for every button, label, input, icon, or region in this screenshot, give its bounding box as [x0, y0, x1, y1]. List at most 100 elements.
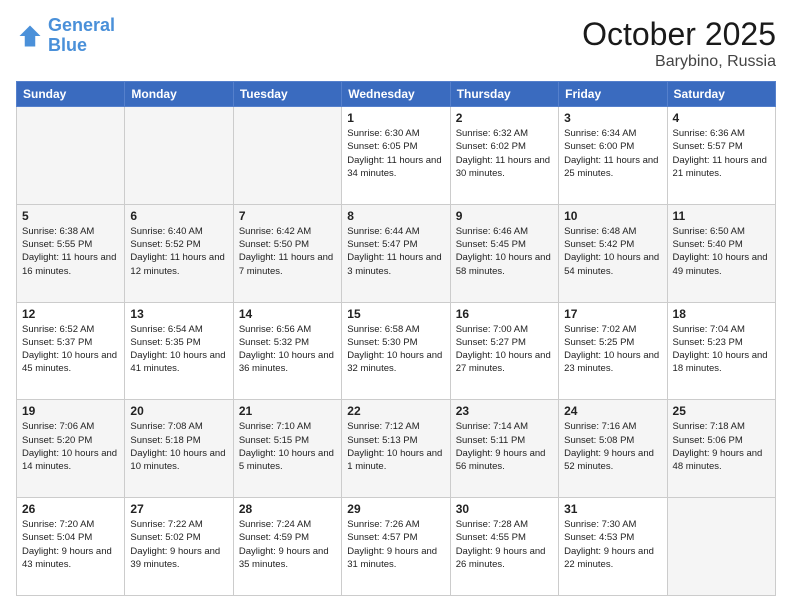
- calendar-cell: 23 Sunrise: 7:14 AM Sunset: 5:11 PM Dayli…: [450, 400, 558, 498]
- logo-line2: Blue: [48, 35, 87, 55]
- calendar-cell: 25 Sunrise: 7:18 AM Sunset: 5:06 PM Dayli…: [667, 400, 775, 498]
- day-number: 29: [347, 502, 444, 516]
- calendar-week-4: 26 Sunrise: 7:20 AM Sunset: 5:04 PM Dayli…: [17, 498, 776, 596]
- day-number: 15: [347, 307, 444, 321]
- day-info: Sunrise: 6:52 AM Sunset: 5:37 PM Dayligh…: [22, 323, 119, 376]
- calendar-cell: 3Sunrise: 6:34 AM Sunset: 6:00 PM Daylig…: [559, 107, 667, 205]
- calendar-cell: 13 Sunrise: 6:54 AM Sunset: 5:35 PM Dayli…: [125, 302, 233, 400]
- day-number: 16: [456, 307, 553, 321]
- calendar-cell: 14 Sunrise: 6:56 AM Sunset: 5:32 PM Dayli…: [233, 302, 341, 400]
- day-number: 11: [673, 209, 770, 223]
- calendar-cell: 15 Sunrise: 6:58 AM Sunset: 5:30 PM Dayli…: [342, 302, 450, 400]
- day-number: 20: [130, 404, 227, 418]
- header-sunday: Sunday: [17, 82, 125, 107]
- calendar-cell: 22 Sunrise: 7:12 AM Sunset: 5:13 PM Dayli…: [342, 400, 450, 498]
- logo-text: General Blue: [48, 16, 115, 56]
- calendar-week-2: 12 Sunrise: 6:52 AM Sunset: 5:37 PM Dayli…: [17, 302, 776, 400]
- day-number: 12: [22, 307, 119, 321]
- calendar-week-0: 1 Sunrise: 6:30 AM Sunset: 6:05 PM Daylig…: [17, 107, 776, 205]
- day-number: 14: [239, 307, 336, 321]
- day-info: Sunrise: 7:30 AM Sunset: 4:53 PM Dayligh…: [564, 518, 661, 571]
- calendar-cell: 20 Sunrise: 7:08 AM Sunset: 5:18 PM Dayli…: [125, 400, 233, 498]
- calendar-cell: 31 Sunrise: 7:30 AM Sunset: 4:53 PM Dayli…: [559, 498, 667, 596]
- calendar-cell: 1 Sunrise: 6:30 AM Sunset: 6:05 PM Daylig…: [342, 107, 450, 205]
- header-saturday: Saturday: [667, 82, 775, 107]
- calendar-cell: 29Sunrise: 7:26 AM Sunset: 4:57 PM Dayli…: [342, 498, 450, 596]
- day-number: 10: [564, 209, 661, 223]
- calendar-cell: 27 Sunrise: 7:22 AM Sunset: 5:02 PM Dayli…: [125, 498, 233, 596]
- calendar-cell: 19 Sunrise: 7:06 AM Sunset: 5:20 PM Dayli…: [17, 400, 125, 498]
- day-info: Sunrise: 6:36 AM Sunset: 5:57 PM Dayligh…: [673, 127, 770, 180]
- day-number: 5: [22, 209, 119, 223]
- logo-icon: [16, 22, 44, 50]
- calendar-week-3: 19 Sunrise: 7:06 AM Sunset: 5:20 PM Dayli…: [17, 400, 776, 498]
- calendar-cell: 24Sunrise: 7:16 AM Sunset: 5:08 PM Dayli…: [559, 400, 667, 498]
- day-number: 28: [239, 502, 336, 516]
- day-number: 27: [130, 502, 227, 516]
- day-number: 17: [564, 307, 661, 321]
- day-info: Sunrise: 6:56 AM Sunset: 5:32 PM Dayligh…: [239, 323, 336, 376]
- day-number: 30: [456, 502, 553, 516]
- day-number: 3: [564, 111, 661, 125]
- calendar-cell: 8Sunrise: 6:44 AM Sunset: 5:47 PM Daylig…: [342, 204, 450, 302]
- calendar-cell: [667, 498, 775, 596]
- title-block: October 2025 Barybino, Russia: [582, 16, 776, 71]
- calendar-cell: 18Sunrise: 7:04 AM Sunset: 5:23 PM Dayli…: [667, 302, 775, 400]
- day-info: Sunrise: 7:18 AM Sunset: 5:06 PM Dayligh…: [673, 420, 770, 473]
- day-info: Sunrise: 7:20 AM Sunset: 5:04 PM Dayligh…: [22, 518, 119, 571]
- calendar-cell: 10 Sunrise: 6:48 AM Sunset: 5:42 PM Dayli…: [559, 204, 667, 302]
- day-number: 31: [564, 502, 661, 516]
- day-info: Sunrise: 7:06 AM Sunset: 5:20 PM Dayligh…: [22, 420, 119, 473]
- day-info: Sunrise: 7:04 AM Sunset: 5:23 PM Dayligh…: [673, 323, 770, 376]
- day-info: Sunrise: 6:42 AM Sunset: 5:50 PM Dayligh…: [239, 225, 336, 278]
- day-info: Sunrise: 7:00 AM Sunset: 5:27 PM Dayligh…: [456, 323, 553, 376]
- calendar-cell: 11 Sunrise: 6:50 AM Sunset: 5:40 PM Dayli…: [667, 204, 775, 302]
- day-info: Sunrise: 7:02 AM Sunset: 5:25 PM Dayligh…: [564, 323, 661, 376]
- day-number: 22: [347, 404, 444, 418]
- calendar-cell: [233, 107, 341, 205]
- day-number: 21: [239, 404, 336, 418]
- calendar-cell: 6Sunrise: 6:40 AM Sunset: 5:52 PM Daylig…: [125, 204, 233, 302]
- day-info: Sunrise: 6:30 AM Sunset: 6:05 PM Dayligh…: [347, 127, 444, 180]
- day-number: 8: [347, 209, 444, 223]
- day-number: 1: [347, 111, 444, 125]
- calendar-cell: [17, 107, 125, 205]
- day-number: 4: [673, 111, 770, 125]
- day-number: 25: [673, 404, 770, 418]
- day-number: 6: [130, 209, 227, 223]
- day-info: Sunrise: 7:12 AM Sunset: 5:13 PM Dayligh…: [347, 420, 444, 473]
- header-wednesday: Wednesday: [342, 82, 450, 107]
- day-info: Sunrise: 7:28 AM Sunset: 4:55 PM Dayligh…: [456, 518, 553, 571]
- header: General Blue October 2025 Barybino, Russ…: [16, 16, 776, 71]
- day-number: 19: [22, 404, 119, 418]
- location: Barybino, Russia: [582, 53, 776, 71]
- day-info: Sunrise: 7:14 AM Sunset: 5:11 PM Dayligh…: [456, 420, 553, 473]
- day-info: Sunrise: 7:10 AM Sunset: 5:15 PM Dayligh…: [239, 420, 336, 473]
- calendar-week-1: 5 Sunrise: 6:38 AM Sunset: 5:55 PM Daylig…: [17, 204, 776, 302]
- header-friday: Friday: [559, 82, 667, 107]
- calendar-cell: 21 Sunrise: 7:10 AM Sunset: 5:15 PM Dayli…: [233, 400, 341, 498]
- day-info: Sunrise: 6:38 AM Sunset: 5:55 PM Dayligh…: [22, 225, 119, 278]
- day-info: Sunrise: 6:48 AM Sunset: 5:42 PM Dayligh…: [564, 225, 661, 278]
- calendar-cell: 28 Sunrise: 7:24 AM Sunset: 4:59 PM Dayli…: [233, 498, 341, 596]
- day-info: Sunrise: 6:50 AM Sunset: 5:40 PM Dayligh…: [673, 225, 770, 278]
- day-number: 26: [22, 502, 119, 516]
- day-number: 13: [130, 307, 227, 321]
- calendar-cell: 16 Sunrise: 7:00 AM Sunset: 5:27 PM Dayli…: [450, 302, 558, 400]
- day-info: Sunrise: 7:16 AM Sunset: 5:08 PM Dayligh…: [564, 420, 661, 473]
- header-thursday: Thursday: [450, 82, 558, 107]
- day-info: Sunrise: 6:46 AM Sunset: 5:45 PM Dayligh…: [456, 225, 553, 278]
- calendar-cell: 2Sunrise: 6:32 AM Sunset: 6:02 PM Daylig…: [450, 107, 558, 205]
- header-monday: Monday: [125, 82, 233, 107]
- day-info: Sunrise: 6:54 AM Sunset: 5:35 PM Dayligh…: [130, 323, 227, 376]
- day-info: Sunrise: 7:08 AM Sunset: 5:18 PM Dayligh…: [130, 420, 227, 473]
- day-info: Sunrise: 6:58 AM Sunset: 5:30 PM Dayligh…: [347, 323, 444, 376]
- day-info: Sunrise: 7:24 AM Sunset: 4:59 PM Dayligh…: [239, 518, 336, 571]
- logo-line1: General: [48, 15, 115, 35]
- day-number: 23: [456, 404, 553, 418]
- page: General Blue October 2025 Barybino, Russ…: [0, 0, 792, 612]
- calendar-cell: 7Sunrise: 6:42 AM Sunset: 5:50 PM Daylig…: [233, 204, 341, 302]
- calendar-cell: 4 Sunrise: 6:36 AM Sunset: 5:57 PM Daylig…: [667, 107, 775, 205]
- header-tuesday: Tuesday: [233, 82, 341, 107]
- day-info: Sunrise: 7:22 AM Sunset: 5:02 PM Dayligh…: [130, 518, 227, 571]
